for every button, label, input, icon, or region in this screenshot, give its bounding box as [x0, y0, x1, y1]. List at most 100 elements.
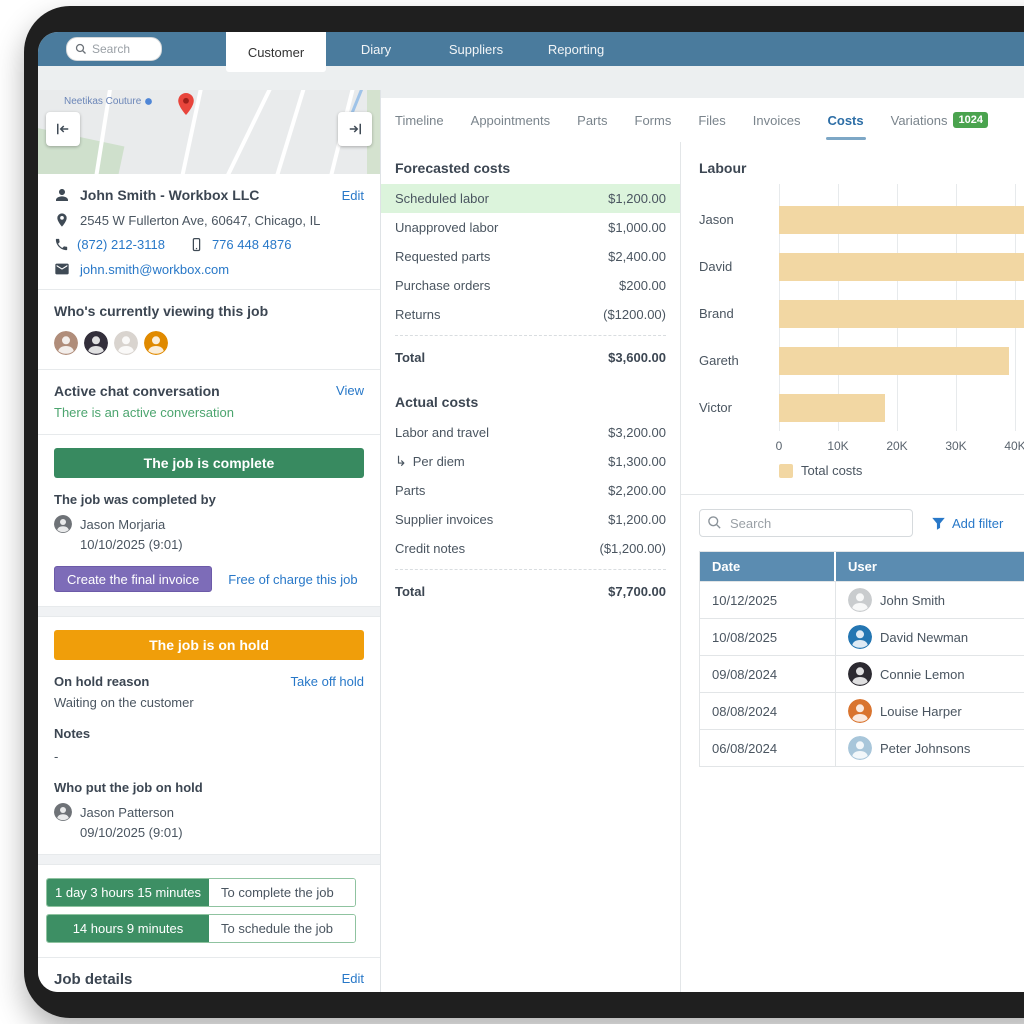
take-off-hold-link[interactable]: Take off hold [291, 674, 364, 689]
avatar [144, 331, 168, 355]
avatar [114, 331, 138, 355]
tab-appointments[interactable]: Appointments [471, 99, 551, 142]
chat-status: There is an active conversation [54, 405, 364, 420]
table-row[interactable]: 10/08/2025David Newman [700, 618, 1024, 655]
customer-email-link[interactable]: john.smith@workbox.com [80, 262, 229, 277]
tab-files[interactable]: Files [698, 99, 725, 142]
chart-plot [779, 337, 1024, 384]
chart-plot [779, 290, 1024, 337]
customer-mobile-link[interactable]: 776 448 4876 [212, 237, 292, 252]
edit-customer-link[interactable]: Edit [342, 188, 364, 203]
add-filter-label: Add filter [952, 516, 1003, 531]
actual-costs-list: Labor and travel$3,200.00↳Per diem$1,300… [395, 418, 666, 563]
forecasted-total-value: $3,600.00 [608, 350, 666, 365]
nav-tab-suppliers[interactable]: Suppliers [426, 32, 526, 66]
cost-row[interactable]: Supplier invoices$1,200.00 [381, 505, 680, 534]
nav-tab-customer[interactable]: Customer [226, 32, 326, 72]
free-of-charge-link[interactable]: Free of charge this job [228, 572, 357, 587]
viewing-section: Who's currently viewing this job [38, 290, 380, 369]
cost-row-label: Credit notes [395, 541, 465, 556]
arrow-to-right-icon [346, 120, 364, 138]
chat-section: Active chat conversation View There is a… [38, 370, 380, 434]
cost-row[interactable]: Scheduled labor$1,200.00 [381, 184, 680, 213]
location-map[interactable]: Neetikas Couture [38, 90, 380, 174]
cost-row[interactable]: Labor and travel$3,200.00 [381, 418, 680, 447]
cost-row[interactable]: Unapproved labor$1,000.00 [381, 213, 680, 242]
tab-label: Variations [891, 113, 948, 128]
chart-category-label: Gareth [699, 353, 779, 368]
job-timers: 1 day 3 hours 15 minutesTo complete the … [38, 865, 380, 957]
date-column-header: Date [700, 552, 836, 581]
axis-tick-label: 40K [1004, 439, 1024, 453]
job-details-section: Job details Edit This is a recall job [38, 958, 380, 992]
table-row[interactable]: 10/12/2025John Smith [700, 581, 1024, 618]
cost-row[interactable]: Parts$2,200.00 [381, 476, 680, 505]
create-final-invoice-button[interactable]: Create the final invoice [54, 566, 212, 592]
search-icon [707, 515, 722, 530]
collapse-panel-button[interactable] [46, 112, 80, 146]
cost-row[interactable]: Purchase orders$200.00 [381, 271, 680, 300]
tab-forms[interactable]: Forms [635, 99, 672, 142]
completed-by-user: Jason Morjaria [80, 517, 165, 532]
chart-category-label: Jason [699, 212, 779, 227]
tab-invoices[interactable]: Invoices [753, 99, 801, 142]
tab-timeline[interactable]: Timeline [395, 99, 444, 142]
edit-job-details-link[interactable]: Edit [342, 971, 364, 986]
job-complete-section: The job is complete The job was complete… [38, 435, 380, 606]
avatar [84, 331, 108, 355]
nav-tab-reporting[interactable]: Reporting [526, 32, 626, 66]
tab-label: Costs [828, 113, 864, 128]
timer-chip: 14 hours 9 minutesTo schedule the job [46, 914, 356, 943]
top-navbar: Search CustomerDiarySuppliersReporting [38, 32, 1024, 66]
activity-table: Date User 10/12/2025John Smith10/08/2025… [699, 551, 1024, 767]
global-search-placeholder: Search [92, 42, 130, 56]
bar-victor [779, 394, 885, 422]
cell-date: 09/08/2024 [700, 656, 836, 692]
variations-count-badge: 1024 [953, 112, 987, 128]
cost-row-value: $1,300.00 [608, 454, 666, 469]
tab-label: Appointments [471, 113, 551, 128]
completed-by-label: The job was completed by [54, 492, 364, 507]
mobile-icon [189, 237, 204, 252]
expand-panel-button[interactable] [338, 112, 372, 146]
cost-row[interactable]: Returns($1200.00) [381, 300, 680, 329]
tab-label: Parts [577, 113, 607, 128]
dashed-divider [395, 569, 666, 570]
cost-row[interactable]: Requested parts$2,400.00 [381, 242, 680, 271]
timer-duration: 1 day 3 hours 15 minutes [47, 879, 209, 906]
chart-row: Jason [699, 196, 1024, 243]
cost-row-label: ↳Per diem [395, 453, 465, 470]
tab-label: Forms [635, 113, 672, 128]
table-row[interactable]: 06/08/2024Peter Johnsons [700, 729, 1024, 766]
add-filter-button[interactable]: Add filter [931, 516, 1003, 531]
tab-parts[interactable]: Parts [577, 99, 607, 142]
map-place-pin-icon [144, 97, 153, 106]
tab-costs[interactable]: Costs [828, 99, 864, 142]
timer-label: To schedule the job [209, 915, 355, 942]
cost-row[interactable]: ↳Per diem $1,300.00 [381, 447, 680, 476]
cost-row-label: Labor and travel [395, 425, 489, 440]
nav-tab-diary[interactable]: Diary [326, 32, 426, 66]
chart-plot [779, 243, 1024, 290]
customer-phone-link[interactable]: (872) 212-3118 [77, 237, 165, 252]
on-hold-reason-value: Waiting on the customer [54, 695, 364, 710]
global-search-input[interactable]: Search [66, 37, 162, 61]
labour-chart-title: Labour [699, 160, 1024, 176]
tab-variations[interactable]: Variations 1024 [891, 98, 988, 142]
email-icon [54, 261, 70, 277]
cost-row-value: $1,200.00 [608, 512, 666, 527]
indent-arrow-icon: ↳ [395, 453, 407, 469]
map-road [264, 90, 312, 174]
table-row[interactable]: 09/08/2024Connie Lemon [700, 655, 1024, 692]
axis-tick-label: 30K [945, 439, 966, 453]
cell-user: David Newman [836, 619, 1024, 655]
timer-chip: 1 day 3 hours 15 minutesTo complete the … [46, 878, 356, 907]
cost-row-value: $200.00 [619, 278, 666, 293]
actual-costs-title: Actual costs [395, 394, 666, 410]
view-chat-link[interactable]: View [336, 383, 364, 398]
activity-search-input[interactable] [699, 509, 913, 537]
table-row[interactable]: 08/08/2024Louise Harper [700, 692, 1024, 729]
chart-x-axis: 010K20K30K40K [779, 431, 1024, 457]
map-road [210, 90, 279, 174]
cost-row[interactable]: Credit notes($1,200.00) [381, 534, 680, 563]
